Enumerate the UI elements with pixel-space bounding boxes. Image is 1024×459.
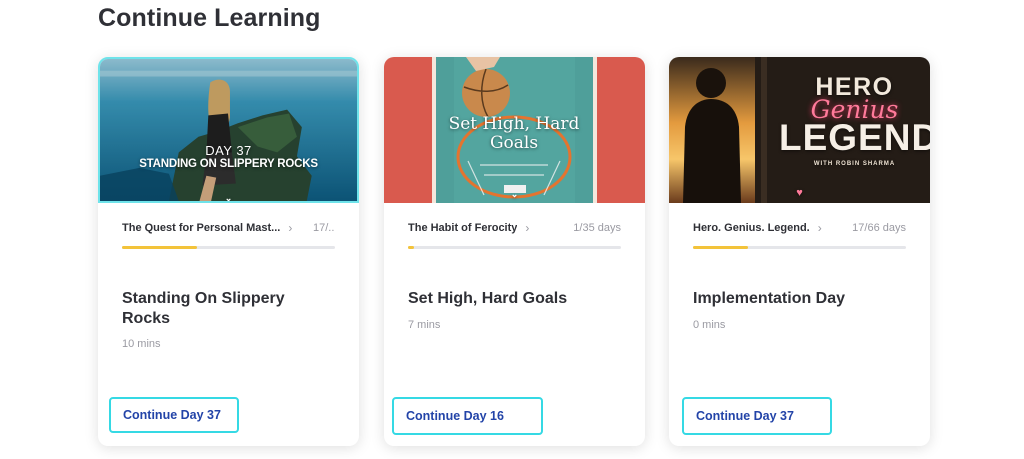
thumbnail-title-text: STANDING ON SLIPPERY ROCKS bbox=[139, 158, 318, 170]
ocean-cliff-image bbox=[100, 59, 357, 201]
course-info[interactable]: The Quest for Personal Mast... › 17/... bbox=[122, 220, 335, 236]
lesson-duration: 10 mins bbox=[122, 338, 161, 350]
continue-button[interactable]: Continue Day 37 bbox=[109, 397, 239, 433]
chevron-right-icon: › bbox=[525, 221, 530, 235]
lesson-duration: 7 mins bbox=[408, 319, 441, 331]
chevron-right-icon: › bbox=[288, 221, 293, 235]
lesson-title: Implementation Day bbox=[693, 290, 846, 307]
days-progress: 1/35 days bbox=[573, 222, 621, 234]
continue-button[interactable]: Continue Day 16 bbox=[392, 397, 543, 435]
section-title: Continue Learning bbox=[98, 4, 321, 32]
course-card[interactable]: DAY 37 STANDING ON SLIPPERY ROCKS ⌄ The … bbox=[98, 57, 359, 446]
lesson-thumbnail[interactable]: DAY 37 STANDING ON SLIPPERY ROCKS ⌄ bbox=[98, 57, 359, 203]
progress-bar bbox=[693, 246, 906, 249]
chevron-down-icon: ⌄ bbox=[510, 189, 519, 199]
days-progress: 17/... bbox=[313, 222, 335, 234]
course-card[interactable]: HERO Genius LEGEND WITH ROBIN SHARMA ♥ H… bbox=[669, 57, 930, 446]
lesson-duration: 0 mins bbox=[693, 319, 726, 331]
days-progress: 17/66 days bbox=[852, 222, 906, 234]
continue-button[interactable]: Continue Day 37 bbox=[682, 397, 832, 435]
course-info[interactable]: Hero. Genius. Legend. › 17/66 days bbox=[693, 220, 906, 236]
progress-bar bbox=[408, 246, 621, 249]
logo-icon: ♥ bbox=[796, 187, 803, 199]
thumbnail-with-text: WITH ROBIN SHARMA bbox=[813, 161, 896, 167]
lesson-thumbnail[interactable]: HERO Genius LEGEND WITH ROBIN SHARMA ♥ bbox=[669, 57, 930, 203]
thumbnail-day-text: DAY 37 bbox=[205, 143, 252, 158]
course-card[interactable]: Set High, Hard Goals ⌄ The Habit of Fero… bbox=[384, 57, 645, 446]
progress-fill bbox=[693, 246, 749, 249]
thumbnail-legend-text: LEGEND bbox=[779, 117, 930, 158]
course-info[interactable]: The Habit of Ferocity › 1/35 days bbox=[408, 220, 621, 236]
progress-fill bbox=[408, 246, 415, 249]
lesson-thumbnail[interactable]: Set High, Hard Goals ⌄ bbox=[384, 57, 645, 203]
lesson-title: Standing On Slippery Rocks bbox=[122, 290, 285, 327]
chevron-right-icon: › bbox=[817, 221, 822, 235]
progress-bar bbox=[122, 246, 335, 249]
course-name[interactable]: The Quest for Personal Mast... bbox=[122, 222, 280, 234]
progress-fill bbox=[122, 246, 197, 249]
course-name[interactable]: The Habit of Ferocity bbox=[408, 222, 517, 234]
course-name[interactable]: Hero. Genius. Legend. bbox=[693, 222, 810, 234]
lesson-title: Set High, Hard Goals bbox=[408, 290, 568, 307]
thumbnail-title-text: Set High, Hard Goals bbox=[448, 114, 580, 153]
chevron-down-icon: ⌄ bbox=[224, 193, 233, 203]
